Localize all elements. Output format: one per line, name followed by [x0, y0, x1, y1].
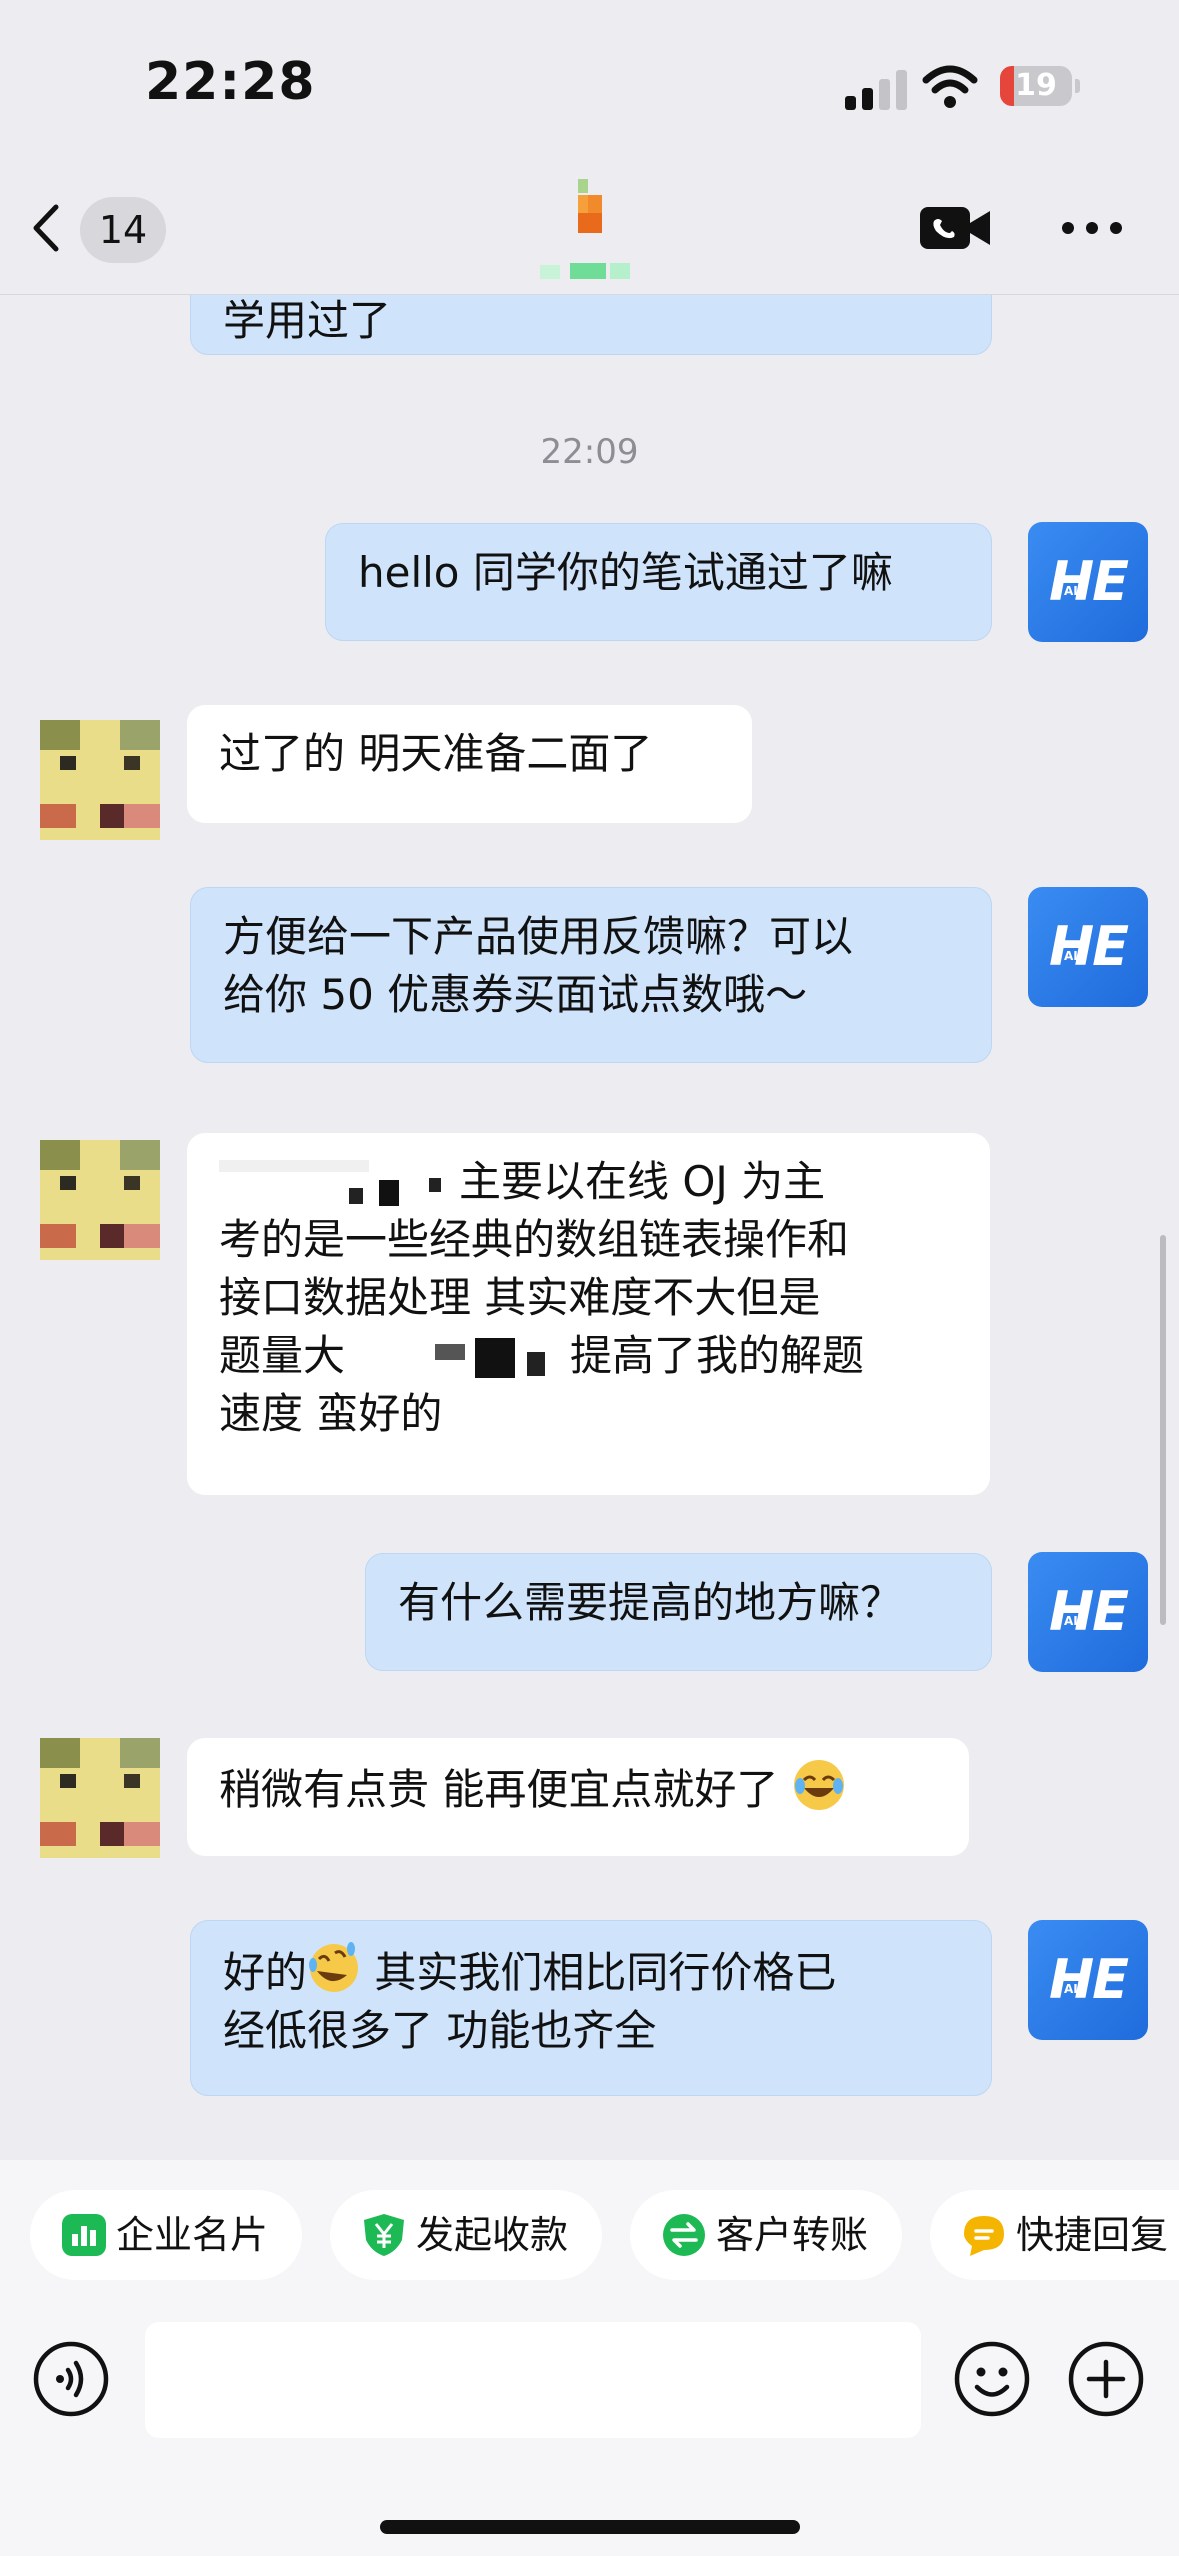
quick-reply-icon — [964, 2216, 1004, 2256]
contact-avatar[interactable] — [40, 720, 160, 840]
status-bar: 22:28 19 — [0, 0, 1179, 165]
input-bar — [0, 2310, 1179, 2556]
redaction-mark — [219, 1159, 441, 1206]
message-bubble-outgoing: hello 同学你的笔试通过了嘛 — [325, 523, 992, 641]
my-avatar[interactable]: HE AI — [1028, 1920, 1148, 2040]
message-timestamp: 22:09 — [540, 432, 639, 472]
voice-input-icon[interactable] — [32, 2340, 110, 2418]
more-options-icon[interactable] — [1060, 213, 1124, 243]
yen-shield-icon — [364, 2214, 404, 2256]
add-attachment-icon[interactable] — [1067, 2340, 1145, 2418]
message-bubble-incoming: 过了的 明天准备二面了 — [187, 705, 752, 823]
customer-transfer-button[interactable]: 客户转账 — [630, 2190, 902, 2280]
message-bubble-outgoing: 有什么需要提高的地方嘛？ — [365, 1553, 992, 1671]
business-card-button[interactable]: 企业名片 — [30, 2190, 302, 2280]
scrollbar[interactable] — [1160, 1235, 1166, 1625]
chevron-left-icon — [33, 204, 59, 252]
wifi-icon — [922, 65, 978, 108]
redaction-mark — [435, 1337, 546, 1378]
contact-avatar-icon[interactable] — [538, 173, 638, 283]
back-button[interactable]: 14 — [18, 189, 168, 269]
my-avatar[interactable]: HE AI — [1028, 522, 1148, 642]
battery-indicator: 19 — [1000, 66, 1080, 106]
my-avatar[interactable]: HE AI — [1028, 1552, 1148, 1672]
message-bubble-outgoing: 方便给一下产品使用反馈嘛？可以 给你 50 优惠券买面试点数哦～ — [190, 887, 992, 1063]
message-list[interactable]: 学用过了 22:09 hello 同学你的笔试通过了嘛 HE AI 过了的 明天… — [0, 295, 1179, 2160]
laugh-cry-emoji-icon — [793, 1760, 844, 1810]
request-payment-button[interactable]: 发起收款 — [330, 2190, 602, 2280]
chat-header: 14 — [0, 165, 1179, 295]
contact-avatar[interactable] — [40, 1738, 160, 1858]
video-call-icon[interactable] — [918, 203, 992, 253]
business-card-icon — [62, 2214, 106, 2256]
message-bubble-incoming: 稍微有点贵 能再便宜点就好了 — [187, 1738, 969, 1856]
status-time: 22:28 — [145, 52, 316, 112]
message-bubble-partial: 学用过了 — [190, 295, 992, 355]
message-bubble-outgoing: 好的 其实我们相比同行价格已 经低很多了 功能也齐全 — [190, 1920, 992, 2096]
unread-count-badge: 14 — [80, 197, 166, 263]
message-bubble-incoming: 主要以在线 OJ 为主 考的是一些经典的数组链表操作和 接口数据处理 其实难度不… — [187, 1133, 990, 1495]
quick-action-bar: 企业名片 发起收款 客户转账 快捷回复 — [0, 2160, 1179, 2310]
emoji-picker-icon[interactable] — [953, 2340, 1031, 2418]
battery-percent: 19 — [1015, 68, 1057, 103]
rolling-laugh-emoji-icon — [309, 1942, 359, 1992]
message-input[interactable] — [145, 2322, 921, 2438]
transfer-icon — [663, 2214, 705, 2256]
quick-reply-button[interactable]: 快捷回复 — [930, 2190, 1179, 2280]
home-indicator — [380, 2520, 800, 2534]
my-avatar[interactable]: HE AI — [1028, 887, 1148, 1007]
contact-avatar[interactable] — [40, 1140, 160, 1260]
cellular-signal-icon — [845, 70, 907, 110]
